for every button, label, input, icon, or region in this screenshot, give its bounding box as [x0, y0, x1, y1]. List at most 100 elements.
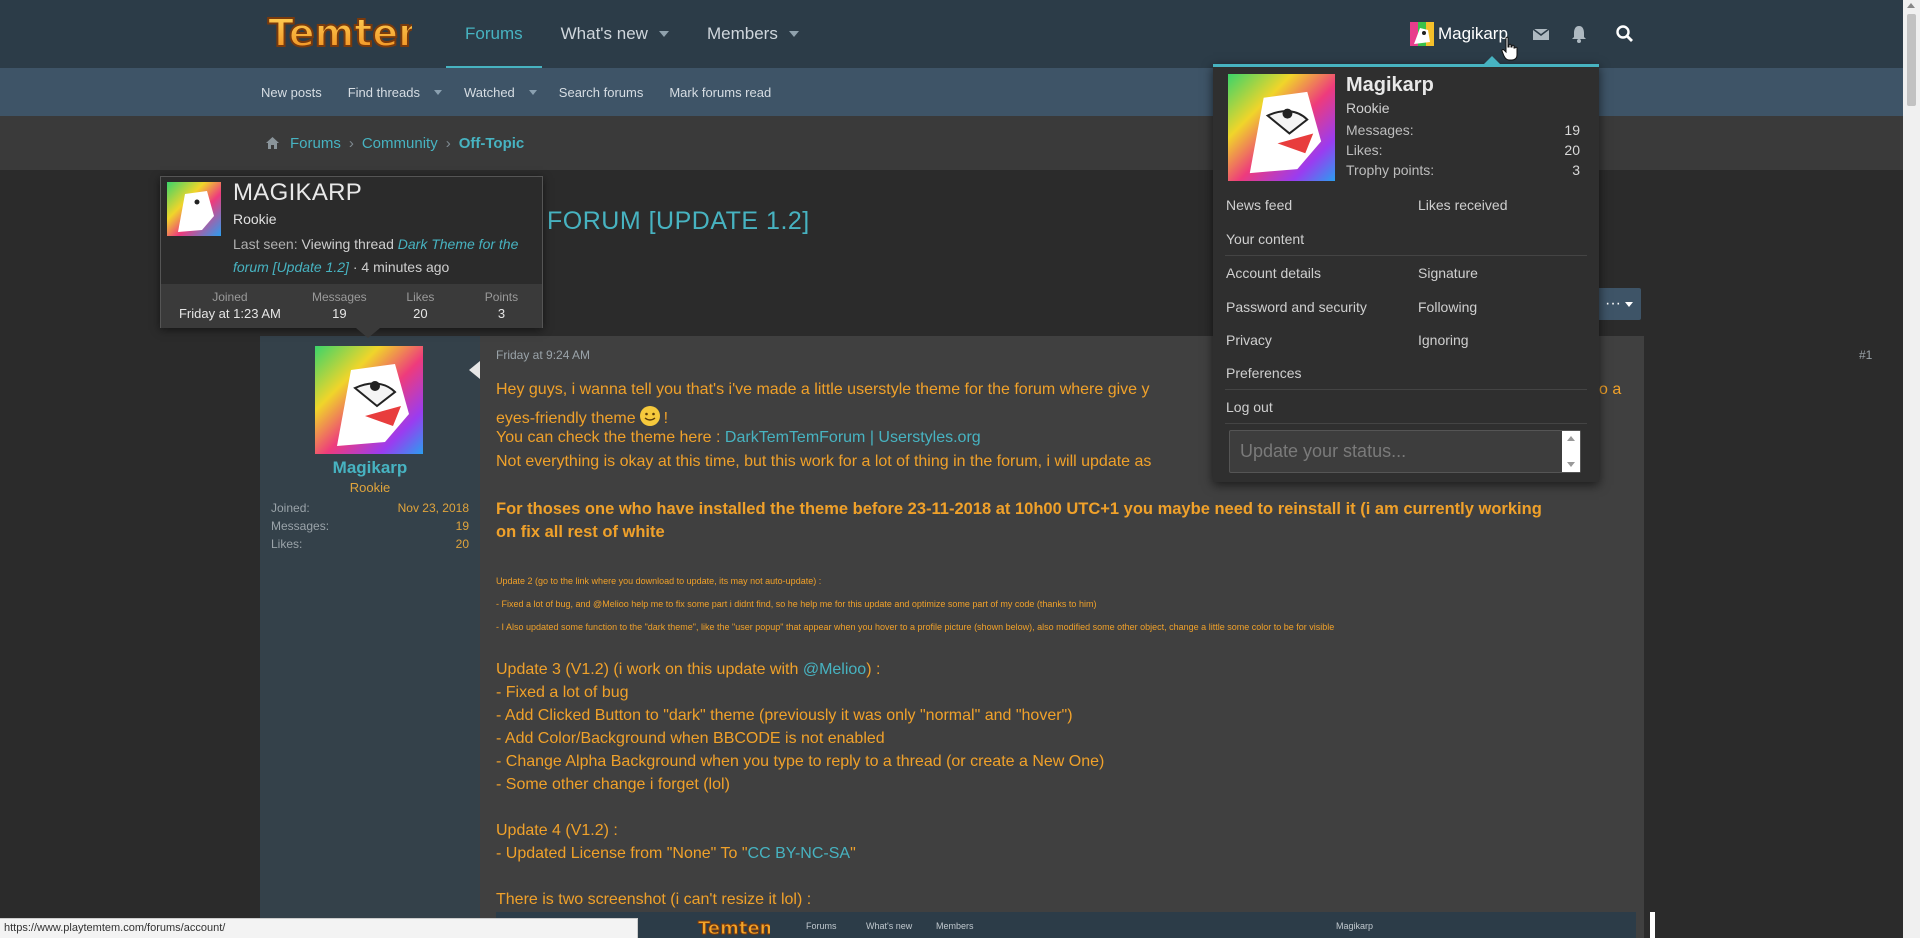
subnav-mark-read[interactable]: Mark forums read: [669, 85, 771, 100]
menu-divider: [1225, 389, 1587, 390]
menu-your-content[interactable]: Your content: [1226, 231, 1304, 247]
bell-icon[interactable]: [1569, 24, 1589, 44]
account-stat: Trophy points: 3: [1346, 162, 1580, 178]
menu-password-security[interactable]: Password and security: [1226, 299, 1367, 315]
stat-label: Likes: [406, 290, 435, 304]
menu-preferences[interactable]: Preferences: [1226, 365, 1301, 381]
tooltip-stat: Messages 19: [299, 284, 380, 328]
nav-tab-label: Forums: [465, 24, 523, 43]
chevron-down-icon[interactable]: [658, 31, 669, 37]
stat-label: Trophy points:: [1346, 162, 1435, 178]
nav-tab-whats-new[interactable]: What's new: [542, 0, 688, 68]
tooltip-stats: Joined Friday at 1:23 AM Messages 19 Likes…: [161, 284, 542, 328]
tooltip-username[interactable]: MAGIKARP: [233, 179, 362, 207]
chevron-down-icon[interactable]: [433, 89, 442, 95]
userstyles-link[interactable]: DarkTemTemForum | Userstyles.org: [725, 429, 981, 446]
license-link[interactable]: CC BY-NC-SA: [748, 845, 851, 862]
scroll-up-icon[interactable]: [1907, 3, 1915, 8]
chevron-down-icon[interactable]: [788, 31, 799, 37]
breadcrumb: Forums › Community › Off-Topic: [0, 116, 1920, 170]
breadcrumb-forums[interactable]: Forums: [290, 135, 341, 152]
subnav-label: Watched: [463, 84, 515, 100]
menu-account-details[interactable]: Account details: [1226, 265, 1321, 281]
post-bold-line: For thoses one who have installed the th…: [496, 500, 1542, 518]
post-line: - Updated License from "None" To "CC BY-…: [496, 845, 856, 863]
account-link[interactable]: Magikarp: [1410, 18, 1508, 50]
post-small-line: Update 2 (go to the link where you downl…: [496, 576, 822, 586]
text-run: !: [663, 410, 669, 427]
menu-news-feed[interactable]: News feed: [1226, 197, 1292, 213]
breadcrumb-off-topic[interactable]: Off-Topic: [459, 135, 525, 152]
subnav-watched[interactable]: Watched: [463, 84, 537, 100]
embed-nav-label: Forums: [806, 921, 837, 931]
post-line: There is two screenshot (i can't resize …: [496, 891, 812, 908]
stat-label: Messages:: [271, 519, 330, 533]
embedded-screenshot[interactable]: Temtem Forums What's new Members Magikar…: [496, 912, 1636, 938]
subnav-new-posts[interactable]: New posts: [261, 85, 322, 100]
embed-scrollbar[interactable]: [1650, 912, 1655, 938]
time-ago: · 4 minutes ago: [352, 259, 450, 275]
subnav-label: New posts: [261, 84, 322, 100]
more-icon: ···: [1605, 295, 1621, 312]
text-run: You can check the theme here :: [496, 429, 721, 446]
post-username[interactable]: Magikarp: [260, 458, 480, 478]
menu-ignoring[interactable]: Ignoring: [1418, 332, 1469, 348]
post-avatar[interactable]: [315, 346, 423, 454]
status-input[interactable]: [1230, 431, 1562, 472]
post-number[interactable]: #1: [1859, 348, 1872, 362]
menu-log-out[interactable]: Log out: [1226, 399, 1273, 415]
status-box: [1229, 430, 1581, 473]
stat-value[interactable]: 19: [456, 519, 469, 533]
embed-nav-label: What's new: [866, 921, 913, 931]
post-line: eyes-friendly theme!: [496, 405, 668, 428]
menu-likes-received[interactable]: Likes received: [1418, 197, 1508, 213]
avatar: [1410, 22, 1434, 46]
home-icon[interactable]: [265, 136, 280, 150]
subnav-label: Find threads: [347, 84, 420, 100]
scrollbar-thumb[interactable]: [1907, 14, 1916, 106]
thread-title: FORUM [UPDATE 1.2]: [547, 207, 810, 235]
scroll-up-icon[interactable]: [1567, 436, 1575, 441]
breadcrumb-community[interactable]: Community: [362, 135, 438, 152]
account-name[interactable]: Magikarp: [1346, 74, 1434, 97]
chevron-down-icon: [1624, 301, 1633, 307]
thread-more-button[interactable]: ···: [1597, 288, 1641, 320]
stat-value: 19: [1564, 122, 1580, 138]
tooltip-stat: Joined Friday at 1:23 AM: [161, 284, 299, 328]
stat-value: 20: [455, 537, 469, 551]
account-username: Magikarp: [1438, 24, 1508, 43]
menu-privacy[interactable]: Privacy: [1226, 332, 1272, 348]
avatar[interactable]: [167, 182, 221, 236]
menu-signature[interactable]: Signature: [1418, 265, 1478, 281]
subnav-search-forums[interactable]: Search forums: [559, 85, 644, 100]
status-scrollbar[interactable]: [1562, 431, 1580, 472]
post-user-panel: Magikarp Rookie Joined: Nov 23, 2018 Mess…: [260, 336, 480, 938]
scroll-down-icon[interactable]: [1567, 462, 1575, 467]
envelope-icon[interactable]: [1531, 24, 1551, 44]
menu-following[interactable]: Following: [1418, 299, 1477, 315]
last-seen-label: Last seen:: [233, 236, 298, 252]
tooltip-pointer: [356, 328, 380, 338]
post-bold-line: on fix all rest of white: [496, 523, 665, 541]
tooltip-last-seen: Last seen: Viewing thread Dark Theme for…: [233, 233, 533, 279]
account-avatar[interactable]: [1228, 74, 1335, 181]
search-icon[interactable]: [1615, 24, 1635, 44]
post-date[interactable]: Friday at 9:24 AM: [496, 348, 590, 362]
post-line: You can check the theme here : DarkTemTe…: [496, 429, 981, 447]
mention-link[interactable]: @Melioo: [803, 661, 866, 678]
page-scrollbar[interactable]: [1903, 0, 1920, 938]
list-item: - Change Alpha Background when you type …: [496, 753, 1105, 770]
member-tooltip: MAGIKARP Rookie Last seen: Viewing threa…: [160, 176, 543, 328]
stat-value: 3: [497, 306, 506, 321]
text-run: Update 3 (V1.2) (i work on this update w…: [496, 661, 799, 678]
main-nav: Forums What's new Members: [446, 0, 818, 68]
sub-nav: New posts Find threads Watched Search fo…: [0, 68, 1920, 116]
chevron-right-icon: ›: [445, 134, 451, 152]
text-run: Hey guys, i wanna tell you that's i've m…: [496, 381, 1150, 398]
post-line: Update 4 (V1.2) :: [496, 822, 618, 839]
temtem-logo[interactable]: Temtem: [262, 2, 412, 60]
nav-tab-members[interactable]: Members: [688, 0, 818, 68]
chevron-down-icon[interactable]: [528, 89, 537, 95]
nav-tab-forums[interactable]: Forums: [446, 0, 542, 68]
subnav-find-threads[interactable]: Find threads: [347, 84, 442, 100]
